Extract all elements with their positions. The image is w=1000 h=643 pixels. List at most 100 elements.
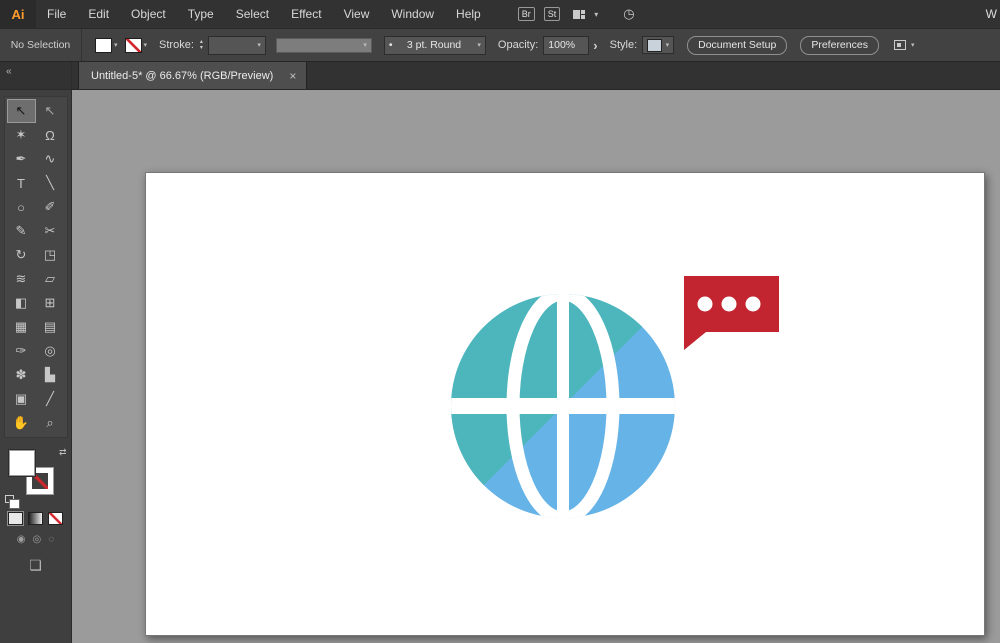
stroke-color-swatch[interactable]: [124, 37, 142, 53]
close-icon[interactable]: ×: [289, 69, 296, 83]
window-hint-text: W: [985, 7, 997, 21]
arrange-documents-icon[interactable]: [573, 9, 586, 19]
menu-edit[interactable]: Edit: [77, 0, 120, 28]
hand-tool[interactable]: ✋: [7, 411, 36, 435]
document-tab[interactable]: Untitled-5* @ 66.67% (RGB/Preview) ×: [78, 62, 308, 89]
chevron-down-icon: ▾: [665, 42, 670, 49]
screen-mode-icon[interactable]: ❏: [0, 557, 71, 574]
swap-fill-stroke-icon[interactable]: ⇄: [59, 447, 67, 458]
slice-tool[interactable]: ╱: [36, 387, 65, 411]
chevron-down-icon[interactable]: ▾: [114, 41, 118, 49]
direct-selection-tool[interactable]: ↖: [36, 99, 65, 123]
opacity-panel-arrow-icon[interactable]: ›: [593, 38, 597, 53]
draw-mode-row: ◉ ◎ ◌: [0, 534, 71, 545]
gauge-icon[interactable]: ◷: [623, 6, 634, 22]
shape-builder-tool[interactable]: ◧: [7, 291, 36, 315]
workspace-switcher[interactable]: ▾: [893, 40, 915, 50]
menu-bar: Ai File Edit Object Type Select Effect V…: [0, 0, 1000, 28]
draw-inside-icon[interactable]: ◌: [48, 534, 54, 545]
menu-window[interactable]: Window: [380, 0, 445, 28]
bullet-icon: •: [388, 39, 393, 51]
style-label: Style:: [609, 39, 638, 51]
chevron-down-icon: ▾: [910, 42, 915, 49]
menu-select[interactable]: Select: [225, 0, 280, 28]
stock-icon[interactable]: St: [543, 7, 561, 21]
chevron-down-icon: ▾: [477, 42, 481, 49]
logo-artwork[interactable]: [146, 173, 986, 637]
brush-definition-select[interactable]: • 3 pt. Round ▾: [383, 35, 486, 55]
stroke-label: Stroke:: [159, 39, 194, 51]
menu-file[interactable]: File: [36, 0, 77, 28]
perspective-grid-tool[interactable]: ⊞: [36, 291, 65, 315]
graphic-style-select[interactable]: ▾: [642, 36, 675, 54]
workspace-icon: [893, 40, 906, 50]
preferences-button[interactable]: Preferences: [800, 35, 879, 55]
brush-definition-value: 3 pt. Round: [406, 39, 462, 51]
magic-wand-tool[interactable]: ✶: [7, 123, 36, 147]
width-tool[interactable]: ≋: [7, 267, 36, 291]
menu-help[interactable]: Help: [445, 0, 492, 28]
width-profile-select[interactable]: ▾: [275, 37, 372, 53]
document-setup-button[interactable]: Document Setup: [687, 35, 788, 55]
stepper-down-icon[interactable]: ▾: [200, 45, 203, 51]
artboard[interactable]: [145, 172, 985, 636]
color-mode-icon[interactable]: [7, 511, 24, 526]
document-tab-title: Untitled-5* @ 66.67% (RGB/Preview): [91, 69, 274, 82]
eyedropper-tool[interactable]: ✑: [7, 339, 36, 363]
document-tab-bar: Untitled-5* @ 66.67% (RGB/Preview) ×: [72, 62, 1000, 90]
free-transform-tool[interactable]: ▱: [36, 267, 65, 291]
main-area: « ↖ ↖ ✶ Ω ✒ ∿ T ╲ ○ ✐ ✎ ✂ ↻ ◳ ≋ ▱ ◧ ⊞ ▦ …: [0, 62, 1000, 643]
opacity-input[interactable]: 100%: [543, 35, 590, 55]
canvas[interactable]: [72, 90, 1000, 643]
stroke-width-stepper[interactable]: ▴ ▾: [200, 39, 203, 51]
shaper-tool[interactable]: ✎: [7, 219, 36, 243]
lasso-tool[interactable]: Ω: [36, 123, 65, 147]
chevron-down-icon[interactable]: ▾: [144, 41, 148, 49]
rotate-tool[interactable]: ↻: [7, 243, 36, 267]
line-segment-tool[interactable]: ╲: [36, 171, 65, 195]
symbol-sprayer-tool[interactable]: ✽: [7, 363, 36, 387]
illustrator-window: Ai File Edit Object Type Select Effect V…: [0, 0, 1000, 643]
stroke-width-select[interactable]: ▾: [207, 35, 266, 55]
scissors-tool[interactable]: ✂: [36, 219, 65, 243]
pen-tool[interactable]: ✒: [7, 147, 36, 171]
menu-object[interactable]: Object: [120, 0, 177, 28]
draw-normal-icon[interactable]: ◉: [17, 534, 26, 545]
color-mode-row: [0, 511, 71, 526]
speech-bubble-shape[interactable]: [684, 276, 779, 350]
type-tool[interactable]: T: [7, 171, 36, 195]
gradient-mode-icon[interactable]: [28, 512, 43, 525]
ellipse-tool[interactable]: ○: [7, 195, 36, 219]
menu-view[interactable]: View: [333, 0, 381, 28]
column-graph-tool[interactable]: ▙: [36, 363, 65, 387]
globe-shape[interactable]: [413, 256, 713, 556]
chevron-down-icon: ▾: [363, 42, 367, 49]
default-fill-stroke-icon[interactable]: [4, 495, 20, 509]
fill-proxy[interactable]: [8, 450, 35, 476]
mesh-tool[interactable]: ▦: [7, 315, 36, 339]
chevron-down-icon: ▾: [257, 42, 261, 49]
selection-status: No Selection: [0, 29, 82, 61]
paintbrush-tool[interactable]: ✐: [36, 195, 65, 219]
bridge-icon[interactable]: Br: [517, 7, 535, 21]
chevron-down-icon[interactable]: ▾: [594, 10, 598, 19]
menu-effect[interactable]: Effect: [280, 0, 332, 28]
zoom-tool[interactable]: ⌕: [36, 411, 65, 435]
draw-behind-icon[interactable]: ◎: [33, 534, 42, 545]
stepper-up-icon[interactable]: ▴: [200, 39, 203, 45]
scale-tool[interactable]: ◳: [36, 243, 65, 267]
selection-tool[interactable]: ↖: [6, 99, 36, 123]
app-logo-icon[interactable]: Ai: [0, 0, 36, 28]
artboard-tool[interactable]: ▣: [7, 387, 36, 411]
curvature-tool[interactable]: ∿: [36, 147, 65, 171]
gradient-tool[interactable]: ▤: [36, 315, 65, 339]
fill-color-swatch[interactable]: [95, 37, 112, 53]
control-bar: No Selection ▾ ▾ Stroke: ▴ ▾ ▾ ▾ • 3 pt.…: [0, 28, 1000, 62]
menu-type[interactable]: Type: [177, 0, 225, 28]
none-mode-icon[interactable]: [48, 512, 63, 525]
opacity-value: 100%: [548, 39, 576, 51]
style-swatch: [647, 38, 663, 52]
blend-tool[interactable]: ◎: [36, 339, 65, 363]
collapse-panel-button[interactable]: «: [0, 62, 71, 90]
opacity-label: Opacity:: [497, 39, 539, 51]
